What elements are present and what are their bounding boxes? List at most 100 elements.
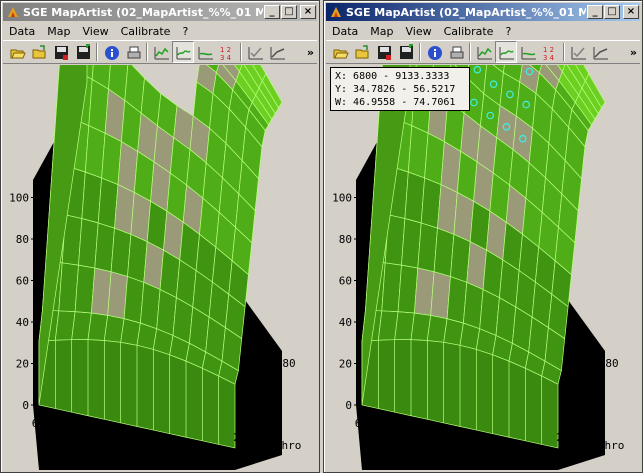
smooth-map-button[interactable]	[495, 41, 517, 63]
menu-help[interactable]: ?	[499, 25, 517, 38]
z-tick-label: 80	[16, 233, 29, 246]
x-tick-label: 6000	[355, 417, 382, 430]
minimize-button[interactable]: _	[587, 5, 603, 19]
export-button[interactable]	[72, 41, 94, 63]
y-tick-label: 40	[573, 407, 586, 420]
maximize-icon: □	[607, 6, 617, 17]
plot-area: 0204060801006000800010000020406080Y: thr…	[9, 65, 301, 470]
open-file-button[interactable]	[351, 41, 373, 63]
menu-view[interactable]: View	[76, 25, 114, 38]
menu-calibrate[interactable]: Calibrate	[438, 25, 500, 38]
save-button[interactable]	[373, 41, 395, 63]
z-tick-label: 100	[9, 192, 29, 205]
y-axis-label: Y: thro	[578, 439, 624, 452]
title-bar[interactable]: SGE MapArtist (02_MapArtist_%%_01 Map Op…	[3, 3, 317, 21]
y-tick-label: 80	[282, 357, 295, 370]
window-title: SGE MapArtist (02_MapArtist_%%_01 Map Op…	[346, 5, 586, 19]
x-tick-label: 10000	[489, 447, 522, 460]
close-icon: ×	[303, 6, 313, 17]
open-file-icon	[32, 44, 45, 58]
map-window-right: SGE MapArtist (02_MapArtist_%%_01 Map Op…	[323, 0, 643, 473]
info-icon	[427, 45, 442, 60]
table-values-button[interactable]: 1 23 4	[216, 41, 238, 63]
maximize-icon: □	[284, 6, 294, 17]
check-map-button[interactable]	[567, 41, 589, 63]
curve-icon	[270, 46, 285, 59]
z-tick-label: 0	[22, 399, 29, 412]
info-button[interactable]	[423, 41, 445, 63]
z-tick-label: 40	[339, 316, 352, 329]
y-tick-label: 40	[250, 407, 263, 420]
print-button[interactable]	[122, 41, 144, 63]
plot-area: 0204060801006000800010000020406080Y: thr…	[332, 65, 624, 470]
menu-help[interactable]: ?	[176, 25, 194, 38]
menu-map[interactable]: Map	[364, 25, 399, 38]
selection-range-tooltip: X: 6800 - 9133.3333 Y: 34.7826 - 56.5217 W…	[330, 67, 470, 111]
toolbar-overflow-button[interactable]: »	[307, 46, 317, 59]
flat-map-button[interactable]	[517, 41, 539, 63]
toolbar-separator	[240, 43, 242, 61]
line-map-button[interactable]	[150, 41, 172, 63]
x-tick-label: 6000	[32, 417, 59, 430]
curve-button[interactable]	[589, 41, 611, 63]
z-tick-label: 60	[16, 275, 29, 288]
close-button[interactable]: ×	[623, 5, 639, 19]
map-plot[interactable]: 0 20 40 60 80 100 6000 8000 10000 0 20 40 60 80 Y: thr…	[326, 65, 640, 470]
smooth-map-icon	[499, 46, 514, 59]
line-map-icon	[154, 46, 169, 59]
open-file-icon	[355, 44, 368, 58]
toolbar-overflow-button[interactable]: »	[630, 46, 640, 59]
surface-plot[interactable]: 0204060801006000800010000020406080Y: thr…	[326, 65, 642, 472]
menu-bar: Data Map View Calibrate ?	[3, 22, 317, 40]
toolbar-separator	[96, 43, 98, 61]
print-button[interactable]	[445, 41, 467, 63]
line-map-button[interactable]	[473, 41, 495, 63]
export-button[interactable]	[395, 41, 417, 63]
info-button[interactable]	[100, 41, 122, 63]
z-tick-label: 0	[345, 399, 352, 412]
open-folder-button[interactable]	[329, 41, 351, 63]
z-tick-label: 20	[339, 358, 352, 371]
open-folder-button[interactable]	[6, 41, 28, 63]
toolbar: 1 23 4 »	[326, 40, 640, 64]
map-plot[interactable]: 0 20 40 60 80 100 6000 8000 10000 0 20 40 60 80 Y: thr…	[3, 65, 317, 470]
table-values-button[interactable]: 1 23 4	[539, 41, 561, 63]
curve-button[interactable]	[266, 41, 288, 63]
z-tick-label: 20	[16, 358, 29, 371]
save-icon	[54, 45, 68, 60]
x-tick-label: 10000	[166, 447, 199, 460]
menu-map[interactable]: Map	[41, 25, 76, 38]
flat-map-button[interactable]	[194, 41, 216, 63]
tooltip-w-range: W: 46.9558 - 74.7061	[335, 97, 456, 108]
svg-text:1 2: 1 2	[543, 46, 554, 54]
minimize-button[interactable]: _	[264, 5, 280, 19]
toolbar-separator	[469, 43, 471, 61]
menu-data[interactable]: Data	[3, 25, 41, 38]
y-tick-label: 60	[266, 381, 279, 394]
y-tick-label: 0	[544, 457, 551, 470]
smooth-map-button[interactable]	[172, 41, 194, 63]
surface-plot[interactable]: 0204060801006000800010000020406080Y: thr…	[3, 65, 319, 472]
check-map-button[interactable]	[244, 41, 266, 63]
menu-calibrate[interactable]: Calibrate	[115, 25, 177, 38]
close-button[interactable]: ×	[300, 5, 316, 19]
save-button[interactable]	[50, 41, 72, 63]
z-tick-label: 80	[339, 233, 352, 246]
open-folder-icon	[333, 49, 349, 58]
tooltip-x-range: X: 6800 - 9133.3333	[335, 71, 450, 82]
export-icon	[76, 43, 90, 59]
maximize-button[interactable]: □	[604, 5, 620, 19]
maximize-button[interactable]: □	[281, 5, 297, 19]
table-values-icon: 1 23 4	[220, 46, 232, 61]
toolbar-separator	[563, 43, 565, 61]
check-map-icon	[571, 46, 586, 59]
x-tick-label: 8000	[423, 433, 450, 446]
open-file-button[interactable]	[28, 41, 50, 63]
menu-view[interactable]: View	[399, 25, 437, 38]
flat-map-icon	[198, 46, 213, 59]
toolbar-separator	[419, 43, 421, 61]
svg-text:3 4: 3 4	[220, 54, 232, 61]
menu-data[interactable]: Data	[326, 25, 364, 38]
title-bar[interactable]: SGE MapArtist (02_MapArtist_%%_01 Map Op…	[326, 3, 640, 21]
info-icon	[104, 45, 119, 60]
